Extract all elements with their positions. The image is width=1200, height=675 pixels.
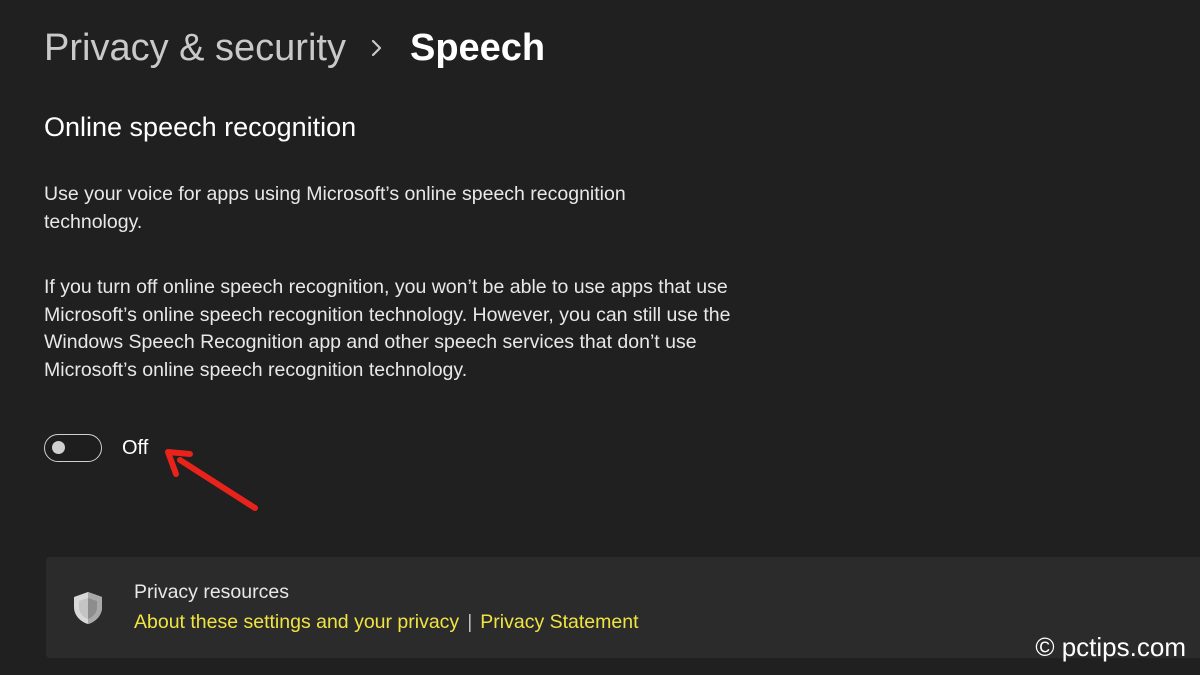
privacy-resources-card: Privacy resources About these settings a… (46, 557, 1200, 658)
privacy-resources-title: Privacy resources (134, 581, 289, 603)
online-speech-toggle-row: Off (44, 434, 148, 462)
toggle-knob (52, 441, 65, 454)
shield-icon (71, 590, 105, 631)
section-title: Online speech recognition (44, 112, 357, 142)
online-speech-recognition-toggle[interactable] (44, 434, 102, 462)
section-description: Use your voice for apps using Microsoft’… (44, 183, 626, 233)
watermark: © pctips.com (1035, 632, 1186, 662)
page-title: Speech (409, 26, 546, 69)
section-warning-text: If you turn off online speech recognitio… (44, 276, 731, 381)
link-separator: | (467, 611, 473, 633)
chevron-right-icon (346, 22, 410, 74)
red-arrow-icon (158, 446, 262, 521)
about-settings-privacy-link[interactable]: About these settings and your privacy (134, 611, 459, 634)
breadcrumb-privacy-security[interactable]: Privacy & security (44, 27, 346, 70)
privacy-links: About these settings and your privacy | … (134, 611, 639, 634)
privacy-statement-link[interactable]: Privacy Statement (480, 611, 638, 634)
breadcrumb: Privacy & security Speech (44, 22, 545, 74)
toggle-state-label: Off (122, 436, 149, 459)
